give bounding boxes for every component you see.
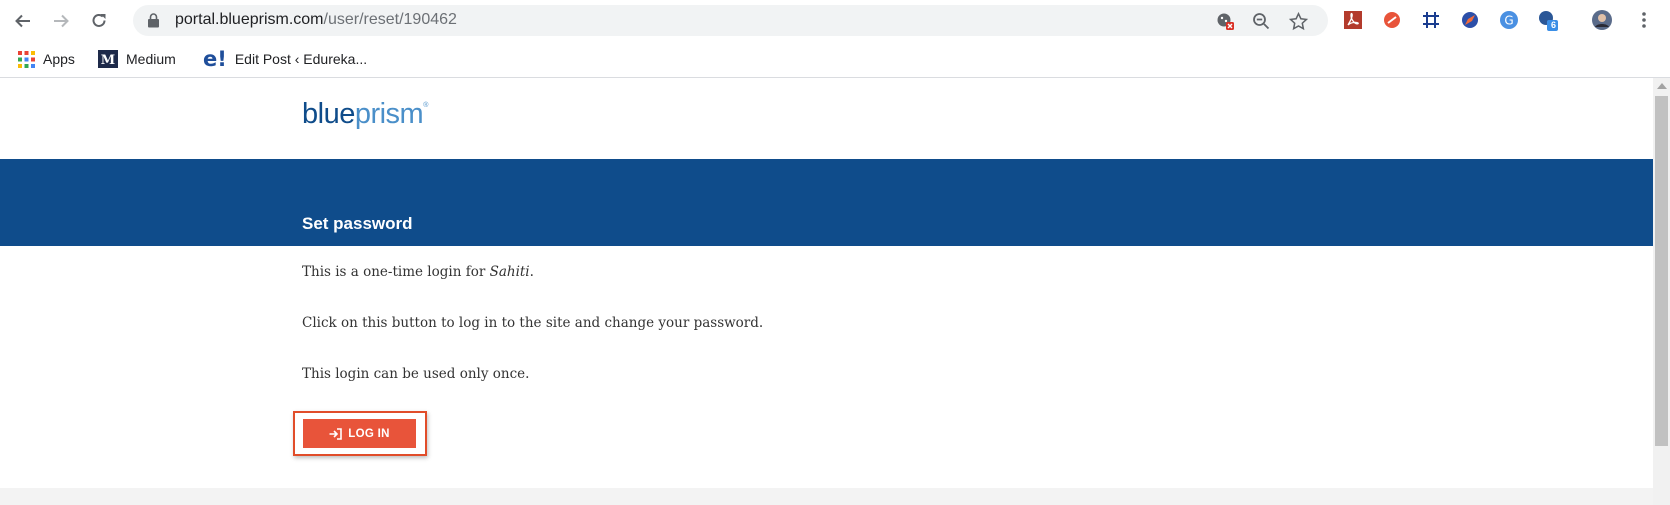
- registered-mark: ®: [423, 102, 428, 109]
- page-banner: Set password: [0, 159, 1653, 246]
- login-button[interactable]: LOG IN: [303, 419, 416, 448]
- zoom-icon[interactable]: [1251, 11, 1271, 31]
- svg-text:G: G: [1504, 14, 1513, 28]
- forward-button[interactable]: [48, 8, 74, 34]
- single-use-text: This login can be used only once.: [302, 366, 530, 382]
- red-extension-icon[interactable]: [1381, 9, 1403, 31]
- username: Sahiti: [489, 264, 530, 280]
- chat-extension-icon[interactable]: 6: [1537, 9, 1559, 31]
- medium-icon: M: [98, 50, 118, 68]
- grid-extension-icon[interactable]: [1420, 9, 1442, 31]
- arrow-left-icon: [15, 14, 30, 28]
- scrollbar-thumb[interactable]: [1655, 96, 1668, 446]
- reload-button[interactable]: [86, 8, 112, 34]
- bookmark-edureka[interactable]: e! Edit Post ‹ Edureka...: [203, 48, 367, 70]
- one-time-login-text: This is a one-time login for Sahiti.: [302, 264, 534, 280]
- lock-icon: [148, 13, 159, 28]
- bookmark-medium[interactable]: M Medium: [98, 48, 176, 70]
- blocked-cookies-icon[interactable]: [1215, 11, 1235, 31]
- address-bar[interactable]: portal.blueprism.com/user/reset/190462: [133, 5, 1328, 36]
- instruction-text: Click on this button to log in to the si…: [302, 315, 764, 331]
- menu-kebab-icon[interactable]: [1633, 9, 1655, 31]
- page-footer-strip: [0, 488, 1653, 505]
- grammarly-icon[interactable]: G: [1498, 9, 1520, 31]
- page-title: Set password: [302, 214, 413, 233]
- login-highlight: LOG IN: [293, 411, 427, 456]
- bookmarks-bar: Apps M Medium e! Edit Post ‹ Edureka...: [0, 40, 1670, 78]
- pdf-extension-icon[interactable]: [1342, 9, 1364, 31]
- scroll-up-arrow-icon[interactable]: [1657, 83, 1667, 89]
- blueprism-logo[interactable]: blueprism®: [302, 98, 428, 131]
- svg-text:M: M: [101, 53, 115, 68]
- edureka-icon: e!: [203, 47, 227, 71]
- vertical-scrollbar[interactable]: [1653, 78, 1670, 505]
- url-text: portal.blueprism.com/user/reset/190462: [175, 11, 457, 28]
- compass-extension-icon[interactable]: [1459, 9, 1481, 31]
- apps-grid-icon: [18, 50, 35, 68]
- arrow-right-icon: [54, 14, 69, 28]
- bookmark-star-icon[interactable]: [1288, 11, 1308, 31]
- sign-in-icon: [329, 427, 343, 440]
- bookmark-apps[interactable]: Apps: [18, 48, 75, 70]
- browser-toolbar: portal.blueprism.com/user/reset/190462 G…: [0, 0, 1670, 40]
- profile-avatar[interactable]: [1591, 9, 1613, 31]
- page-viewport: blueprism® Set password This is a one-ti…: [0, 78, 1670, 505]
- back-button[interactable]: [10, 8, 36, 34]
- reload-icon: [92, 13, 106, 27]
- extension-badge: 6: [1550, 20, 1556, 30]
